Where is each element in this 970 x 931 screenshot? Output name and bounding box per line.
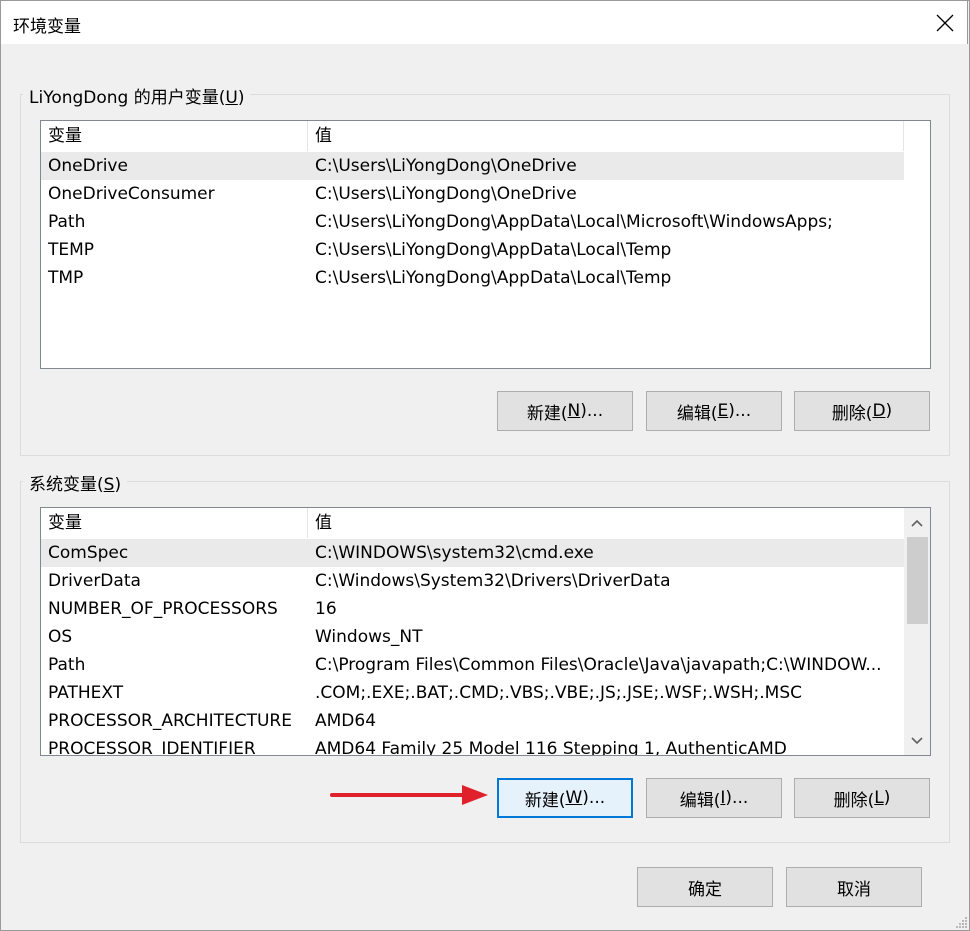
list-item[interactable]: OneDrive C:\Users\LiYongDong\OneDrive — [41, 152, 904, 180]
chevron-down-icon — [911, 737, 923, 745]
scrollbar-thumb[interactable] — [907, 537, 928, 624]
system-variables-label: 系统变量(S) — [23, 470, 128, 495]
list-item[interactable]: OneDriveConsumer C:\Users\LiYongDong\One… — [41, 180, 904, 208]
var-value: C:\Users\LiYongDong\OneDrive — [315, 156, 577, 176]
var-value: 16 — [315, 599, 337, 619]
list-item[interactable]: PROCESSOR_IDENTIFIER AMD64 Family 25 Mod… — [41, 735, 904, 756]
system-edit-button[interactable]: 编辑(I)... — [646, 778, 782, 818]
scroll-up-button[interactable] — [904, 510, 930, 536]
var-name: PATHEXT — [48, 683, 124, 703]
var-name: OneDrive — [48, 156, 128, 176]
chevron-up-icon — [911, 519, 923, 527]
var-name: Path — [48, 212, 86, 232]
user-new-button[interactable]: 新建(N)... — [497, 391, 633, 431]
scroll-down-button[interactable] — [904, 728, 930, 754]
system-delete-button[interactable]: 删除(L) — [794, 778, 930, 818]
system-variables-list[interactable]: 变量 值 ComSpec C:\WINDOWS\system32\cmd.exe… — [40, 507, 931, 756]
resize-grip-icon[interactable] — [954, 915, 968, 929]
var-value: C:\Program Files\Common Files\Oracle\Jav… — [315, 655, 882, 675]
window-title: 环境变量 — [13, 17, 81, 37]
list-item[interactable]: ComSpec C:\WINDOWS\system32\cmd.exe — [41, 539, 904, 567]
list-item[interactable]: Path C:\Program Files\Common Files\Oracl… — [41, 651, 904, 679]
var-name: NUMBER_OF_PROCESSORS — [48, 599, 278, 619]
list-header: 变量 值 — [41, 508, 930, 538]
var-value: C:\Users\LiYongDong\AppData\Local\Temp — [315, 268, 672, 288]
var-value: C:\Users\LiYongDong\AppData\Local\Micros… — [315, 212, 833, 232]
column-header-variable[interactable]: 变量 — [41, 121, 308, 151]
var-name: TEMP — [48, 240, 95, 260]
var-name: PROCESSOR_IDENTIFIER — [48, 739, 256, 756]
user-variables-list[interactable]: 变量 值 OneDrive C:\Users\LiYongDong\OneDri… — [40, 120, 931, 369]
var-name: OneDriveConsumer — [48, 184, 215, 204]
user-delete-button[interactable]: 删除(D) — [794, 391, 930, 431]
list-item[interactable]: NUMBER_OF_PROCESSORS 16 — [41, 595, 904, 623]
list-item[interactable]: TMP C:\Users\LiYongDong\AppData\Local\Te… — [41, 264, 904, 292]
list-item[interactable]: OS Windows_NT — [41, 623, 904, 651]
close-icon — [936, 14, 954, 32]
list-item[interactable]: PATHEXT .COM;.EXE;.BAT;.CMD;.VBS;.VBE;.J… — [41, 679, 904, 707]
vertical-scrollbar[interactable] — [904, 508, 930, 755]
var-value: C:\Windows\System32\Drivers\DriverData — [315, 571, 671, 591]
column-header-variable[interactable]: 变量 — [41, 508, 308, 538]
var-name: PROCESSOR_ARCHITECTURE — [48, 711, 292, 731]
var-value: C:\WINDOWS\system32\cmd.exe — [315, 543, 594, 563]
ok-button[interactable]: 确定 — [637, 867, 773, 907]
annotation-arrow-icon — [330, 785, 488, 805]
var-value: .COM;.EXE;.BAT;.CMD;.VBS;.VBE;.JS;.JSE;.… — [315, 683, 803, 703]
list-header: 变量 值 — [41, 121, 930, 151]
var-name: DriverData — [48, 571, 141, 591]
column-header-value[interactable]: 值 — [308, 508, 904, 538]
var-value: C:\Users\LiYongDong\OneDrive — [315, 184, 577, 204]
user-variables-label: LiYongDong 的用户变量(U) — [23, 83, 251, 108]
system-new-button[interactable]: 新建(W)... — [497, 778, 633, 818]
var-value: Windows_NT — [315, 627, 423, 647]
column-header-value[interactable]: 值 — [308, 121, 904, 151]
cancel-button[interactable]: 取消 — [786, 867, 922, 907]
var-value: AMD64 — [315, 711, 377, 731]
user-edit-button[interactable]: 编辑(E)... — [646, 391, 782, 431]
var-name: TMP — [48, 268, 84, 288]
list-item[interactable]: Path C:\Users\LiYongDong\AppData\Local\M… — [41, 208, 904, 236]
var-name: OS — [48, 627, 73, 647]
close-button[interactable] — [922, 1, 968, 45]
title-bar: 环境变量 — [0, 0, 968, 44]
var-name: Path — [48, 655, 86, 675]
list-item[interactable]: PROCESSOR_ARCHITECTURE AMD64 — [41, 707, 904, 735]
var-value: AMD64 Family 25 Model 116 Stepping 1, Au… — [315, 739, 787, 756]
list-item[interactable]: DriverData C:\Windows\System32\Drivers\D… — [41, 567, 904, 595]
var-name: ComSpec — [48, 543, 129, 563]
list-item[interactable]: TEMP C:\Users\LiYongDong\AppData\Local\T… — [41, 236, 904, 264]
var-value: C:\Users\LiYongDong\AppData\Local\Temp — [315, 240, 672, 260]
